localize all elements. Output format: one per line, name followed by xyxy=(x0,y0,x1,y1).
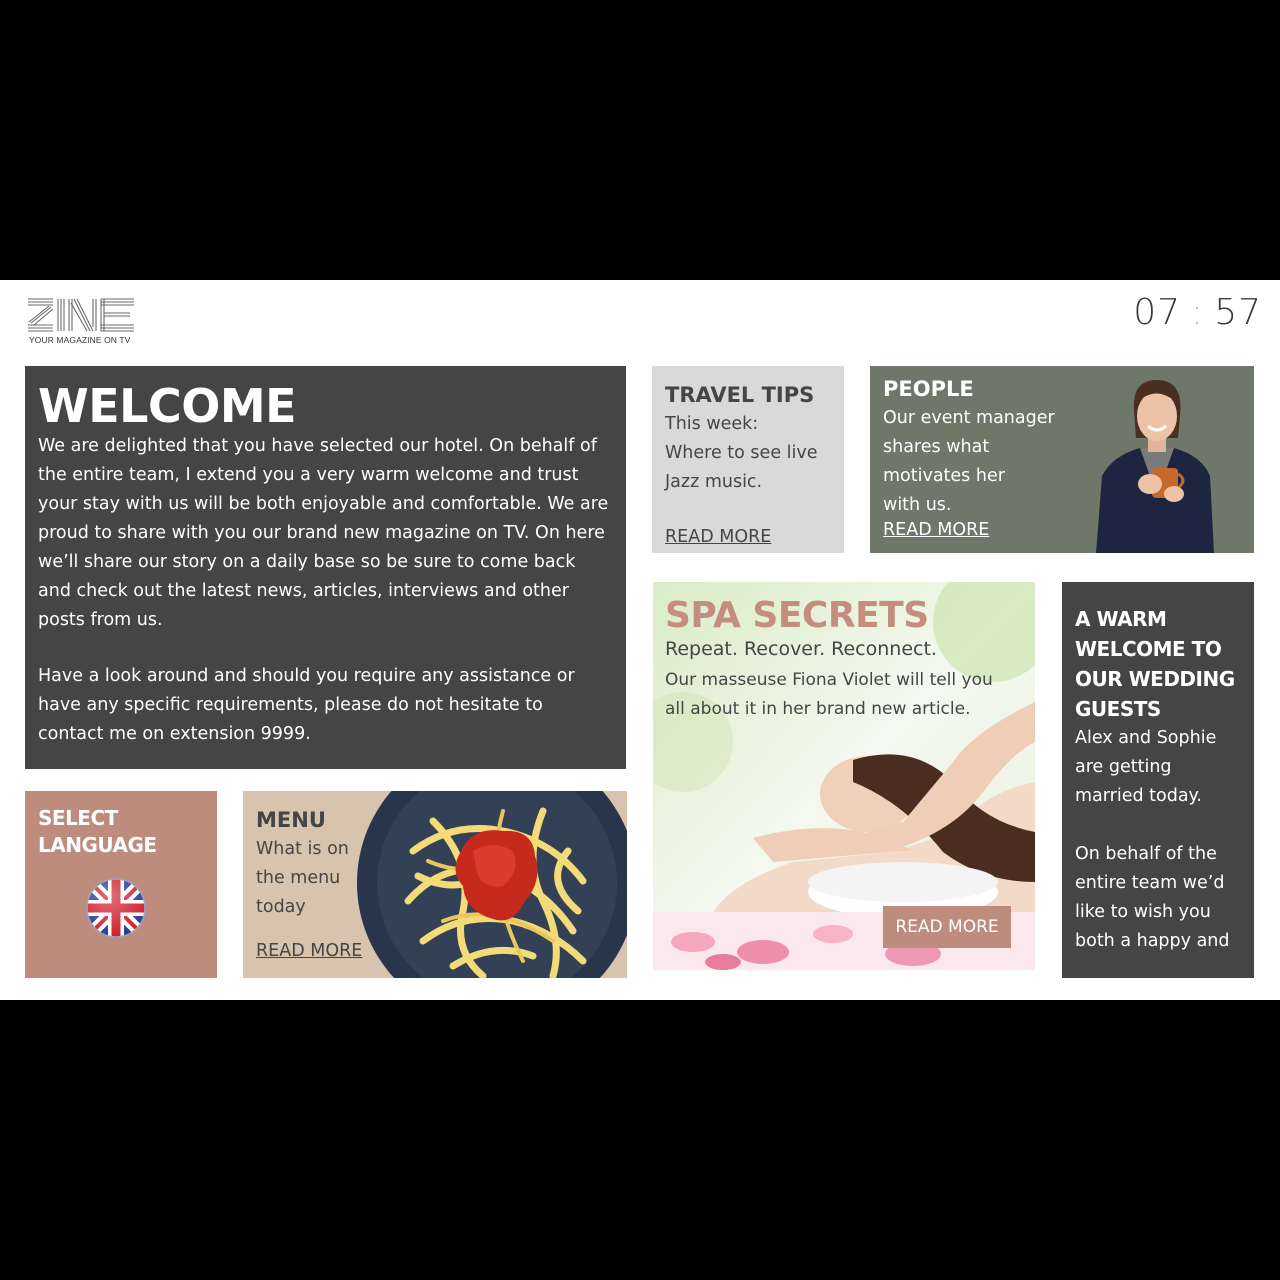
menu-line-3: today xyxy=(256,897,306,917)
wedding-tile[interactable]: A WARM WELCOME TO OUR WEDDING GUESTS Ale… xyxy=(1062,582,1254,978)
wedding-line-4: On behalf of the xyxy=(1075,844,1217,864)
menu-line-2: the menu xyxy=(256,868,341,888)
language-title-1: SELECT xyxy=(38,806,118,830)
wedding-title-2: WELCOME TO xyxy=(1075,637,1222,661)
event-manager-photo xyxy=(1096,380,1214,553)
spa-secrets-tile[interactable]: SPA SECRETS Repeat. Recover. Reconnect. … xyxy=(653,582,1035,970)
wedding-line-7: both a happy and xyxy=(1075,931,1230,951)
travel-tips-line-2: Where to see live xyxy=(665,443,818,463)
welcome-title: WELCOME xyxy=(38,379,297,433)
travel-read-more-link[interactable]: READ MORE xyxy=(665,527,771,547)
wedding-line-3: married today. xyxy=(1075,786,1202,806)
travel-tips-line-3: Jazz music. xyxy=(665,472,763,492)
language-title-2: LANGUAGE xyxy=(38,833,157,857)
menu-line-1: What is on xyxy=(256,839,349,859)
menu-title: MENU xyxy=(256,808,326,832)
travel-tips-line-1: This week: xyxy=(665,414,759,434)
menu-tile[interactable]: MENU What is on the menu today READ MORE xyxy=(243,791,627,978)
uk-flag-icon[interactable] xyxy=(85,877,147,939)
wedding-line-6: like to wish you xyxy=(1075,902,1211,922)
clock-hours: 07 xyxy=(1133,292,1182,333)
spa-line-2: all about it in her brand new article. xyxy=(665,699,971,719)
spa-subtitle: Repeat. Recover. Reconnect. xyxy=(665,638,937,660)
wedding-title-4: GUESTS xyxy=(1075,697,1161,721)
spa-line-1: Our masseuse Fiona Violet will tell you xyxy=(665,670,993,690)
logo-tagline: YOUR MAGAZINE ON TV xyxy=(29,335,131,345)
wedding-title-1: A WARM xyxy=(1075,607,1167,631)
welcome-paragraph-1: We are delighted that you have selected … xyxy=(38,436,609,630)
select-language-tile[interactable]: SELECT LANGUAGE xyxy=(25,791,217,978)
clock-separator: : xyxy=(1191,292,1205,333)
clock: 07:57 xyxy=(1133,292,1262,333)
clock-minutes: 57 xyxy=(1214,292,1262,333)
travel-tips-tile[interactable]: TRAVEL TIPS This week: Where to see live… xyxy=(652,366,844,553)
spa-read-more-button[interactable]: READ MORE xyxy=(883,906,1011,948)
people-read-more-link[interactable]: READ MORE xyxy=(883,520,989,540)
spa-title: SPA SECRETS xyxy=(665,595,929,636)
menu-read-more-link[interactable]: READ MORE xyxy=(256,941,362,961)
travel-tips-title: TRAVEL TIPS xyxy=(665,383,815,407)
wedding-title-3: OUR WEDDING xyxy=(1075,667,1235,691)
wedding-line-2: are getting xyxy=(1075,757,1172,777)
tv-magazine-screen: YOUR MAGAZINE ON TV 07:57 WELCOME We are… xyxy=(0,280,1280,1000)
welcome-tile[interactable]: WELCOME We are delighted that you have s… xyxy=(25,366,626,769)
people-tile[interactable]: PEOPLE Our event manager shares what mot… xyxy=(870,366,1254,553)
wedding-line-1: Alex and Sophie xyxy=(1075,728,1217,748)
wedding-line-5: entire team we’d xyxy=(1075,873,1225,893)
zine-logo-mark xyxy=(28,298,134,332)
zine-logo: YOUR MAGAZINE ON TV xyxy=(27,297,139,349)
welcome-paragraph-2: Have a look around and should you requir… xyxy=(38,666,575,744)
